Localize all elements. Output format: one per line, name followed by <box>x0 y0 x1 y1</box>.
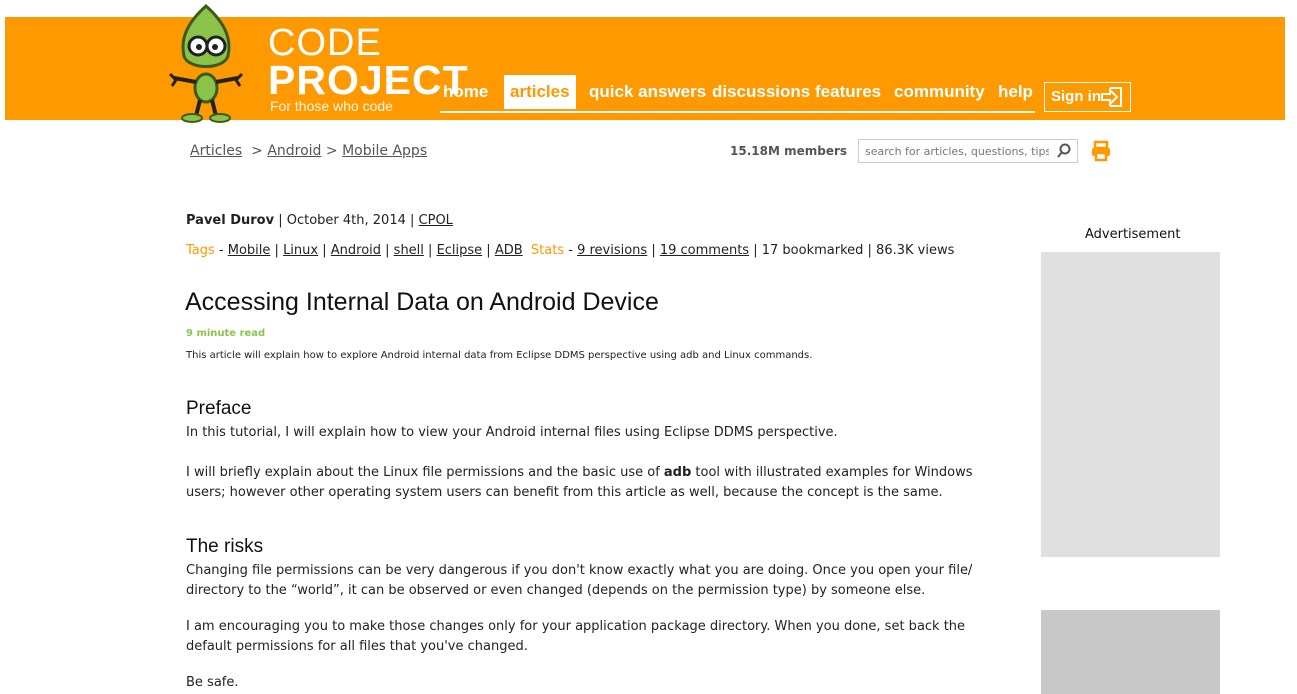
nav-home[interactable]: home <box>443 75 488 109</box>
stats-label: Stats <box>530 243 565 258</box>
breadcrumb: Articles > Android > Mobile Apps <box>190 143 427 159</box>
advertisement-slot[interactable] <box>1041 610 1220 694</box>
author-name[interactable]: Pavel Durov <box>186 213 274 228</box>
bookmarked-count: 17 bookmarked <box>761 243 864 258</box>
paragraph: In this tutorial, I will explain how to … <box>186 425 838 440</box>
paragraph-bold-term: adb <box>663 465 692 480</box>
advertisement-slot[interactable] <box>1041 252 1220 557</box>
advertisement-label: Advertisement <box>1085 227 1181 242</box>
section-heading-risks: The risks <box>186 536 264 557</box>
sign-in-button[interactable]: Sign in <box>1044 82 1131 112</box>
nav-quick-answers[interactable]: quick answers <box>589 75 706 109</box>
logo-registered-mark: ® <box>429 66 438 76</box>
tag-link[interactable]: Eclipse <box>437 243 483 258</box>
paragraph-text: I will briefly explain about the Linux f… <box>186 465 664 480</box>
tags-label: Tags <box>186 243 215 258</box>
nav-discussions[interactable]: discussions <box>712 75 810 109</box>
publish-date: October 4th, 2014 <box>286 213 406 228</box>
breadcrumb-articles[interactable]: Articles <box>190 143 242 159</box>
nav-community[interactable]: community <box>894 75 985 109</box>
paragraph: I will briefly explain about the Linux f… <box>186 463 986 503</box>
paragraph: Be safe. <box>186 675 239 690</box>
paragraph: I am encouraging you to make those chang… <box>186 619 966 654</box>
revisions-link[interactable]: 9 revisions <box>577 243 647 258</box>
tag-link[interactable]: Mobile <box>228 243 271 258</box>
sign-in-icon <box>1101 87 1122 107</box>
article-summary: This article will explain how to explore… <box>186 350 813 361</box>
search-icon[interactable] <box>1057 143 1071 159</box>
print-icon[interactable] <box>1090 140 1112 162</box>
article-byline: Pavel Durov | October 4th, 2014 | CPOL <box>186 213 453 228</box>
breadcrumb-mobile-apps[interactable]: Mobile Apps <box>342 143 427 159</box>
article-title: Accessing Internal Data on Android Devic… <box>185 288 659 316</box>
bob-mascot-logo[interactable] <box>168 4 244 126</box>
breadcrumb-android[interactable]: Android <box>267 143 321 159</box>
breadcrumb-separator: > <box>251 143 263 159</box>
read-time: 9 minute read <box>186 328 266 339</box>
tag-link[interactable]: ADB <box>495 243 523 258</box>
section-heading-preface: Preface <box>186 398 252 419</box>
comments-link[interactable]: 19 comments <box>660 243 749 258</box>
main-nav: home articles quick answers discussions … <box>440 75 1035 113</box>
paragraph: Changing file permissions can be very da… <box>186 563 973 598</box>
logo-tagline: For those who code <box>270 98 393 114</box>
member-count: 15.18M members <box>730 144 848 158</box>
search-box <box>858 139 1078 163</box>
tag-link[interactable]: Android <box>331 243 381 258</box>
nav-articles[interactable]: articles <box>504 75 576 109</box>
nav-features[interactable]: features <box>815 75 881 109</box>
breadcrumb-separator: > <box>325 143 338 159</box>
tag-link[interactable]: Linux <box>283 243 318 258</box>
tag-link[interactable]: shell <box>394 243 424 258</box>
sign-in-label: Sign in <box>1051 88 1101 105</box>
article-tags-stats: Tags - Mobile | Linux | Android | shell … <box>186 243 955 258</box>
nav-help[interactable]: help <box>998 75 1033 109</box>
license-link[interactable]: CPOL <box>419 213 453 228</box>
search-input[interactable] <box>859 140 1049 162</box>
view-count: 86.3K views <box>876 243 955 258</box>
logo-project-text[interactable]: PROJECT <box>268 59 469 101</box>
